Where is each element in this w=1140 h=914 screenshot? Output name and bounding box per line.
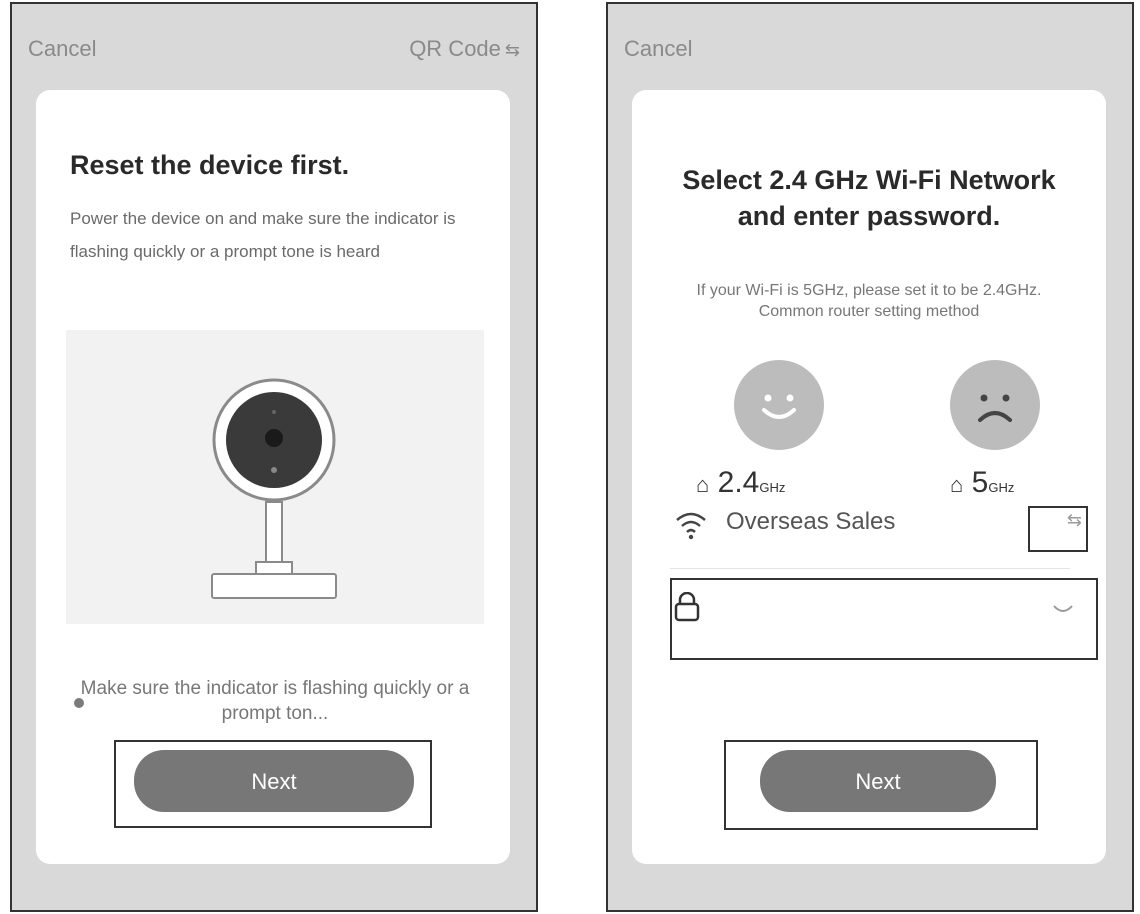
qr-code-button[interactable]: QR Code ⇆: [409, 36, 520, 62]
divider: [670, 568, 1070, 569]
band-5-label: 5: [971, 466, 989, 499]
ssid-label: Overseas Sales: [726, 508, 896, 535]
swap-network-highlight: [1028, 506, 1088, 552]
band-24-label: 2.4: [717, 466, 760, 499]
band-24ghz: ⌂ 2.4GHz: [696, 466, 785, 500]
band-5-unit: GHz: [988, 480, 1015, 495]
band-24-unit: GHz: [759, 480, 786, 495]
next-button-highlight: [724, 740, 1038, 830]
top-bar: Cancel QR Code ⇆: [12, 4, 536, 96]
password-field-highlight: [670, 578, 1098, 660]
wifi-icon: [676, 512, 706, 540]
router-icon: ⌂: [950, 472, 964, 497]
confirm-indicator-note[interactable]: Make sure the indicator is flashing quic…: [70, 676, 480, 726]
qr-code-label: QR Code: [409, 36, 501, 61]
next-button-highlight: [114, 740, 432, 828]
reset-device-screen: Cancel QR Code ⇆ Reset the device first. …: [10, 2, 538, 912]
qr-swap-icon: ⇆: [504, 40, 520, 60]
page-title: Select 2.4 GHz Wi-Fi Network and enter p…: [682, 165, 1056, 231]
reset-instructions: Power the device on and make sure the in…: [70, 209, 456, 261]
page-title: Reset the device first.: [70, 150, 350, 180]
wifi-network-row[interactable]: Overseas Sales ⇆: [670, 500, 1082, 560]
cancel-button[interactable]: Cancel: [28, 36, 96, 62]
cancel-button[interactable]: Cancel: [624, 36, 692, 62]
sad-face-icon: [950, 360, 1040, 450]
band-5ghz: ⌂ 5GHz: [950, 466, 1014, 500]
camera-illustration: [66, 330, 484, 624]
router-icon: ⌂: [696, 472, 710, 497]
camera-icon: [211, 378, 337, 599]
smile-face-icon: [734, 360, 824, 450]
wifi-band-instructions: If your Wi-Fi is 5GHz, please set it to …: [696, 282, 1042, 320]
top-bar: Cancel: [608, 4, 1132, 96]
wifi-setup-screen: Cancel Select 2.4 GHz Wi-Fi Network and …: [606, 2, 1134, 912]
